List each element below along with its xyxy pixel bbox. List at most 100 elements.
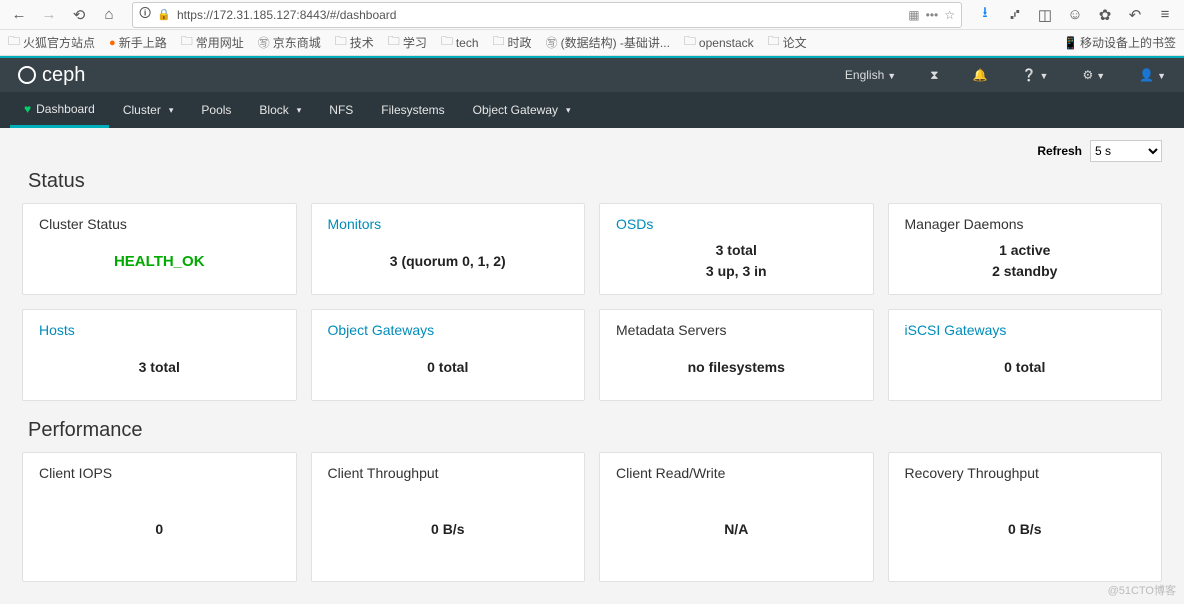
folder-icon: 🗀 <box>441 32 453 53</box>
bookmark-item[interactable]: ㊢京东商城 <box>258 34 321 51</box>
tasks-icon[interactable]: ⧗ <box>930 68 938 83</box>
bookmarks-bar: 🗀火狐官方站点 ●新手上路 🗀常用网址 ㊢京东商城 🗀技术 🗀学习 🗀tech … <box>0 30 1184 56</box>
forward-button[interactable]: → <box>36 2 62 28</box>
bookmark-item[interactable]: 🗀论文 <box>768 32 807 53</box>
refresh-select[interactable]: 5 s <box>1090 140 1162 162</box>
firefox-icon: ● <box>109 37 116 49</box>
undo-icon[interactable]: ↶ <box>1122 2 1148 28</box>
card-value: no filesystems <box>616 346 857 388</box>
tab-block[interactable]: Block▾ <box>245 92 315 128</box>
card-value: 3 (quorum 0, 1, 2) <box>328 240 569 282</box>
tab-dashboard[interactable]: ♥Dashboard <box>10 92 109 128</box>
main-nav: ♥Dashboard Cluster▾ Pools Block▾ NFS Fil… <box>0 92 1184 128</box>
ceph-logo[interactable]: ceph <box>18 64 85 87</box>
card-title: Client Throughput <box>328 465 569 481</box>
app-header: ceph English▼ ⧗ 🔔 ❔▼ ⚙▼ 👤▼ <box>0 56 1184 92</box>
chevron-down-icon: ▼ <box>887 71 896 81</box>
bookmark-star-icon[interactable]: ☆ <box>944 8 955 22</box>
tab-cluster[interactable]: Cluster▾ <box>109 92 188 128</box>
reload-button[interactable]: ⟲ <box>66 2 92 28</box>
bookmark-item[interactable]: ㊢(数据结构) -基础讲... <box>546 34 670 51</box>
globe-icon: ㊢ <box>258 34 270 51</box>
back-button[interactable]: ← <box>6 2 32 28</box>
card-title: Recovery Throughput <box>905 465 1146 481</box>
card-title[interactable]: OSDs <box>616 216 857 232</box>
account-icon[interactable]: ☺ <box>1062 2 1088 28</box>
tab-filesystems[interactable]: Filesystems <box>367 92 458 128</box>
card-value: 1 active 2 standby <box>905 240 1146 282</box>
tab-nfs[interactable]: NFS <box>315 92 367 128</box>
bookmark-item[interactable]: 🗀技术 <box>335 32 374 53</box>
folder-icon: 🗀 <box>768 32 780 53</box>
bookmark-item[interactable]: 🗀时政 <box>493 32 532 53</box>
card-osds: OSDs 3 total 3 up, 3 in <box>599 203 874 295</box>
card-title: Metadata Servers <box>616 322 857 338</box>
heart-icon: ♥ <box>24 102 31 116</box>
card-value: 0 B/s <box>328 489 569 569</box>
bookmark-item[interactable]: 🗀常用网址 <box>181 32 244 53</box>
bookmark-item[interactable]: 🗀学习 <box>388 32 427 53</box>
card-monitors: Monitors 3 (quorum 0, 1, 2) <box>311 203 586 295</box>
mobile-bookmarks[interactable]: 📱移动设备上的书签 <box>1063 34 1176 51</box>
chevron-down-icon: ▾ <box>169 105 174 116</box>
card-value: 0 total <box>328 346 569 388</box>
tab-pools[interactable]: Pools <box>187 92 245 128</box>
performance-heading: Performance <box>28 419 1162 442</box>
card-title[interactable]: Hosts <box>39 322 280 338</box>
menu-icon[interactable]: ≡ <box>1152 2 1178 28</box>
qr-icon[interactable]: ▦ <box>908 8 919 22</box>
globe-icon: ㊢ <box>546 34 558 51</box>
card-manager-daemons: Manager Daemons 1 active 2 standby <box>888 203 1163 295</box>
watermark: @51CTO博客 <box>1108 582 1176 598</box>
sidebar-icon[interactable]: ◫ <box>1032 2 1058 28</box>
chevron-down-icon: ▼ <box>1096 71 1105 81</box>
card-client-rw: Client Read/Write N/A <box>599 452 874 582</box>
card-title[interactable]: iSCSI Gateways <box>905 322 1146 338</box>
user-menu[interactable]: 👤▼ <box>1139 68 1166 82</box>
bookmark-item[interactable]: 🗀tech <box>441 32 479 53</box>
folder-icon: 🗀 <box>493 32 505 53</box>
home-button[interactable]: ⌂ <box>96 2 122 28</box>
lock-icon: 🔒 <box>157 8 171 21</box>
card-recovery-throughput: Recovery Throughput 0 B/s <box>888 452 1163 582</box>
card-title[interactable]: Monitors <box>328 216 569 232</box>
card-value: 0 B/s <box>905 489 1146 569</box>
card-title: Client IOPS <box>39 465 280 481</box>
tab-object-gateway[interactable]: Object Gateway▾ <box>459 92 585 128</box>
library-icon[interactable]: ⑇ <box>1002 2 1028 28</box>
card-metadata-servers: Metadata Servers no filesystems <box>599 309 874 401</box>
chevron-down-icon: ▼ <box>1157 71 1166 81</box>
notifications-icon[interactable]: 🔔 <box>973 68 988 82</box>
settings-menu[interactable]: ⚙▼ <box>1082 68 1105 82</box>
card-title[interactable]: Object Gateways <box>328 322 569 338</box>
card-hosts: Hosts 3 total <box>22 309 297 401</box>
chevron-down-icon: ▼ <box>1040 71 1049 81</box>
extension-icon[interactable]: ✿ <box>1092 2 1118 28</box>
card-client-throughput: Client Throughput 0 B/s <box>311 452 586 582</box>
folder-icon: 🗀 <box>8 32 20 53</box>
help-menu[interactable]: ❔▼ <box>1022 68 1049 82</box>
folder-icon: 🗀 <box>388 32 400 53</box>
folder-icon: 🗀 <box>335 32 347 53</box>
bookmark-item[interactable]: ●新手上路 <box>109 34 167 51</box>
language-menu[interactable]: English▼ <box>845 68 896 82</box>
folder-icon: 🗀 <box>181 32 193 53</box>
more-icon[interactable]: ••• <box>926 8 939 22</box>
card-title: Manager Daemons <box>905 216 1146 232</box>
card-value: 0 <box>39 489 280 569</box>
bookmark-item[interactable]: 🗀火狐官方站点 <box>8 32 95 53</box>
mobile-icon: 📱 <box>1063 36 1078 50</box>
chevron-down-icon: ▾ <box>566 105 571 116</box>
card-client-iops: Client IOPS 0 <box>22 452 297 582</box>
card-value: N/A <box>616 489 857 569</box>
url-bar[interactable]: 🛈 🔒 https://172.31.185.127:8443/#/dashbo… <box>132 2 962 28</box>
card-value: 3 total 3 up, 3 in <box>616 240 857 282</box>
card-title: Client Read/Write <box>616 465 857 481</box>
bookmark-item[interactable]: 🗀openstack <box>684 32 754 53</box>
card-title: Cluster Status <box>39 216 280 232</box>
card-value: 0 total <box>905 346 1146 388</box>
url-text: https://172.31.185.127:8443/#/dashboard <box>177 8 902 22</box>
folder-icon: 🗀 <box>684 32 696 53</box>
card-cluster-status: Cluster Status HEALTH_OK <box>22 203 297 295</box>
downloads-icon[interactable]: ⭳ <box>972 2 998 28</box>
